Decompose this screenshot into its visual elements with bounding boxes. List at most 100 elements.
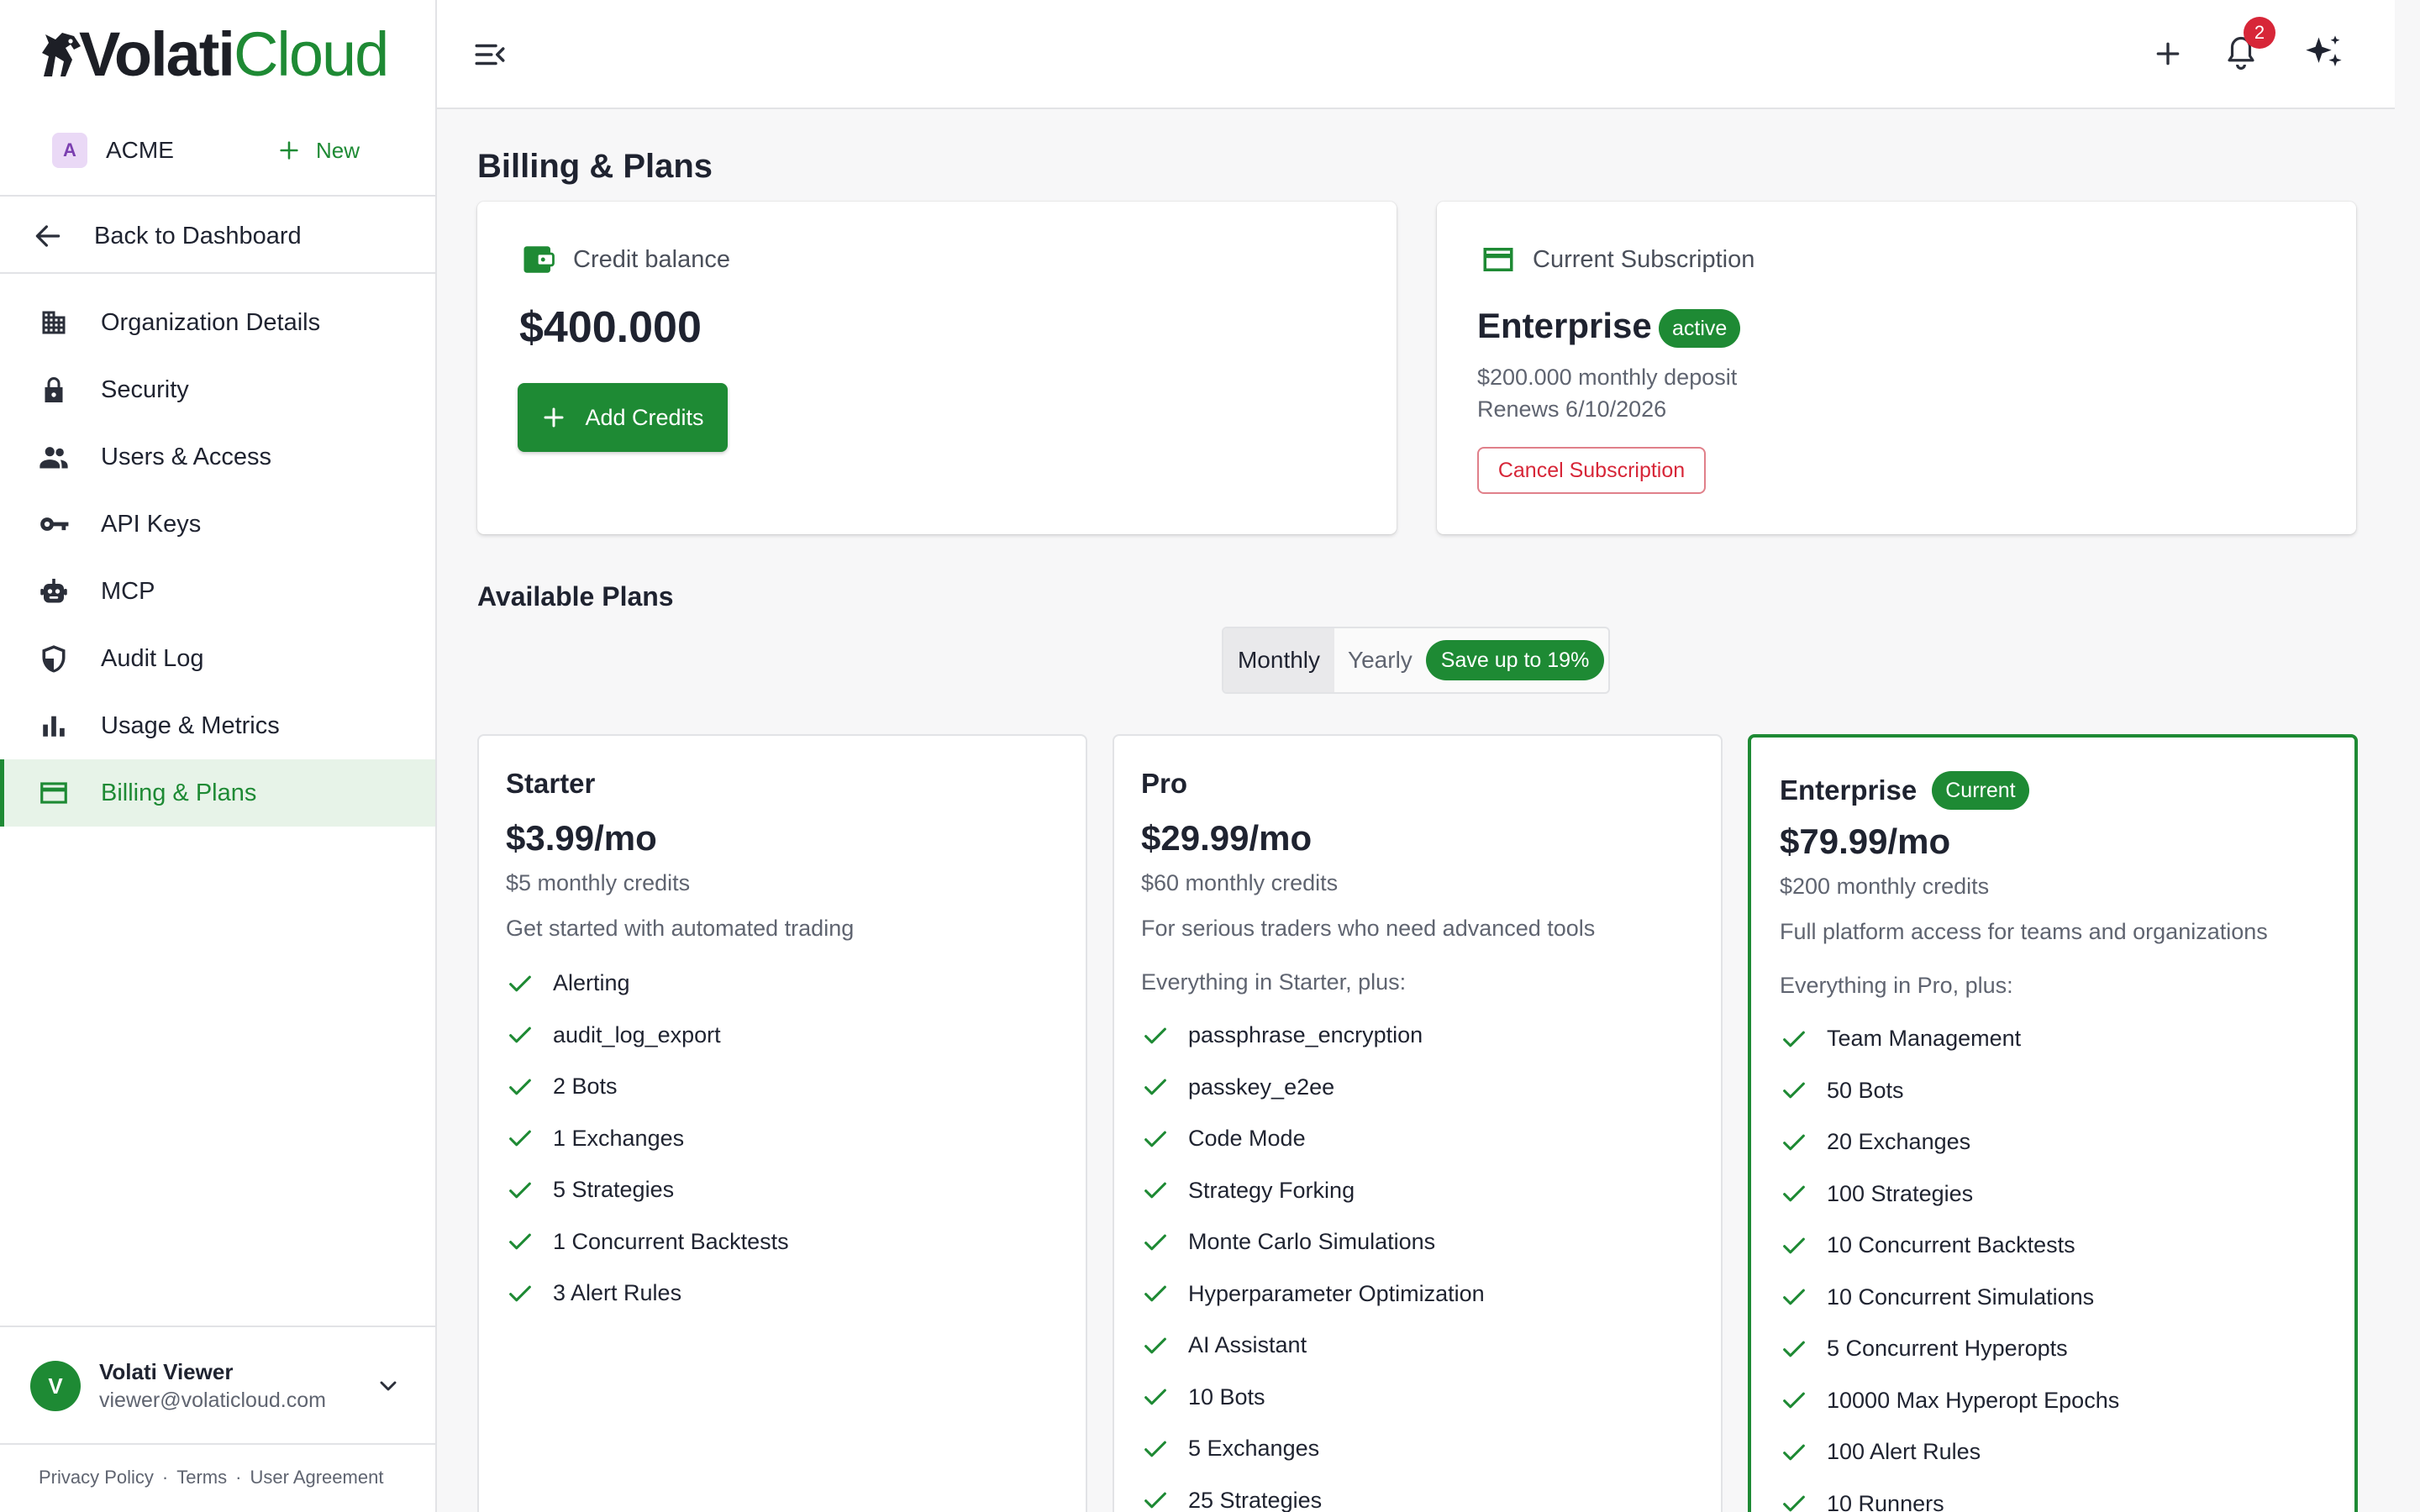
sidebar-item-label: Security: [101, 375, 189, 403]
plan-card-enterprise[interactable]: Enterprise Current $79.99/mo $200 monthl…: [1748, 734, 2358, 1512]
sidebar-item-billing-plans[interactable]: Billing & Plans: [0, 759, 435, 827]
feature-label: audit_log_export: [553, 1021, 721, 1047]
list-item: 1 Concurrent Backtests: [506, 1216, 789, 1268]
check-icon: [509, 1026, 531, 1043]
plan-credits: $5 monthly credits: [506, 870, 691, 895]
new-org-button[interactable]: New: [277, 131, 360, 170]
add-credits-label: Add Credits: [585, 404, 704, 430]
subscription-plan-name: Enterprise: [1477, 306, 1652, 345]
plan-price: $3.99/mo: [506, 818, 657, 858]
cancel-subscription-button[interactable]: Cancel Subscription: [1477, 447, 1706, 494]
plan-name: Starter: [506, 768, 596, 799]
org-name: ACME: [106, 137, 174, 163]
arrow-left-icon: [35, 225, 60, 247]
subscription-renewal: Renews 6/10/2026: [1477, 396, 1667, 422]
check-icon: [1144, 1389, 1166, 1405]
list-item: Hyperparameter Optimization: [1141, 1268, 1485, 1320]
brand-logo[interactable]: VolatiCloud: [37, 19, 389, 89]
toggle-monthly[interactable]: Monthly: [1223, 628, 1334, 692]
sidebar-item-users-access[interactable]: Users & Access: [0, 423, 435, 491]
user-name: Volati Viewer: [99, 1359, 234, 1384]
terms-link[interactable]: Terms: [176, 1467, 227, 1488]
check-icon: [1144, 1441, 1166, 1457]
footer-links: Privacy Policy · Terms · User Agreement: [39, 1467, 383, 1488]
list-item: Strategy Forking: [1141, 1165, 1485, 1217]
sparkle-ai-icon[interactable]: [2302, 32, 2346, 76]
user-menu[interactable]: V Volati Viewer viewer@volaticloud.com: [0, 1327, 435, 1445]
check-icon: [1144, 1492, 1166, 1509]
feature-label: Monte Carlo Simulations: [1188, 1229, 1436, 1255]
sidebar-item-organization-details[interactable]: Organization Details: [0, 289, 435, 356]
org-avatar: A: [52, 133, 87, 168]
check-icon: [509, 1285, 531, 1302]
check-icon: [1783, 1392, 1805, 1409]
plan-name-row: Enterprise Current: [1780, 771, 2029, 810]
list-item: Team Management: [1780, 1013, 2119, 1065]
save-badge: Save up to 19%: [1425, 640, 1605, 680]
plus-icon[interactable]: [2151, 37, 2185, 71]
add-credits-button[interactable]: Add Credits: [518, 383, 728, 452]
brand-name-part1: Volati: [79, 19, 235, 89]
user-agreement-link[interactable]: User Agreement: [250, 1467, 383, 1488]
list-item: 5 Strategies: [506, 1164, 789, 1216]
plan-credits: $200 monthly credits: [1780, 874, 1990, 899]
plan-card-pro[interactable]: Pro $29.99/mo $60 monthly credits For se…: [1113, 734, 1723, 1512]
status-badge: active: [1659, 309, 1741, 348]
people-icon: [37, 440, 71, 474]
list-item: 10 Runners: [1780, 1478, 2119, 1512]
key-icon: [37, 507, 71, 541]
check-icon: [509, 1182, 531, 1199]
check-icon: [1783, 1031, 1805, 1047]
feature-label: 5 Exchanges: [1188, 1436, 1320, 1462]
list-item: 20 Exchanges: [1780, 1116, 2119, 1168]
sidebar-item-label: Users & Access: [101, 443, 272, 470]
sidebar-item-label: Billing & Plans: [101, 779, 257, 806]
list-item: 50 Bots: [1780, 1065, 2119, 1117]
list-item: 1 Exchanges: [506, 1113, 789, 1165]
credit-balance-label: Credit balance: [573, 245, 730, 273]
current-plan-badge: Current: [1932, 771, 2029, 810]
list-item: audit_log_export: [506, 1010, 789, 1062]
user-info: Volati Viewer viewer@volaticloud.com: [99, 1359, 326, 1413]
sidebar-item-audit-log[interactable]: Audit Log: [0, 625, 435, 692]
current-subscription-card: Current Subscription Enterprise active $…: [1437, 202, 2356, 534]
list-item: 5 Exchanges: [1141, 1423, 1485, 1475]
horse-logo-icon: [42, 33, 81, 76]
divider: [0, 195, 435, 197]
subscription-header: Current Subscription: [1481, 242, 1754, 277]
billing-period-toggle: Monthly Yearly Save up to 19%: [1222, 627, 1610, 694]
back-to-dashboard-link[interactable]: Back to Dashboard: [0, 202, 435, 270]
privacy-policy-link[interactable]: Privacy Policy: [39, 1467, 154, 1488]
check-icon: [1783, 1495, 1805, 1512]
check-icon: [509, 975, 531, 992]
scrollbar[interactable]: [2395, 0, 2420, 1512]
plan-description: For serious traders who need advanced to…: [1141, 916, 1596, 941]
chevron-down-icon[interactable]: [375, 1373, 402, 1399]
sidebar-item-label: Audit Log: [101, 644, 204, 672]
sidebar-item-api-keys[interactable]: API Keys: [0, 491, 435, 558]
list-item: 10000 Max Hyperopt Epochs: [1780, 1375, 2119, 1427]
plan-credits: $60 monthly credits: [1141, 870, 1339, 895]
sidebar-item-mcp[interactable]: MCP: [0, 558, 435, 625]
credit-balance-amount: $400.000: [519, 303, 702, 352]
collapse-menu-icon[interactable]: [472, 37, 508, 72]
list-item: Code Mode: [1141, 1113, 1485, 1165]
plan-name: Enterprise: [1780, 774, 1918, 806]
feature-list: passphrase_encryption passkey_e2ee Code …: [1141, 1010, 1485, 1512]
toggle-yearly[interactable]: Yearly: [1348, 647, 1413, 674]
robot-icon: [37, 575, 71, 608]
new-org-label: New: [316, 137, 360, 163]
sidebar-item-security[interactable]: Security: [0, 356, 435, 423]
list-item: passphrase_encryption: [1141, 1010, 1485, 1062]
sidebar-item-usage-metrics[interactable]: Usage & Metrics: [0, 692, 435, 759]
list-item: passkey_e2ee: [1141, 1062, 1485, 1114]
settings-nav: Organization Details Security Users & Ac…: [0, 289, 435, 827]
feature-label: 1 Exchanges: [553, 1125, 685, 1151]
check-icon: [1783, 1237, 1805, 1254]
feature-label: 10 Bots: [1188, 1383, 1265, 1410]
divider: [0, 1443, 435, 1445]
feature-label: 50 Bots: [1827, 1077, 1904, 1103]
org-switcher[interactable]: A ACME New: [52, 131, 388, 170]
check-icon: [1144, 1337, 1166, 1354]
plan-card-starter[interactable]: Starter $3.99/mo $5 monthly credits Get …: [477, 734, 1087, 1512]
